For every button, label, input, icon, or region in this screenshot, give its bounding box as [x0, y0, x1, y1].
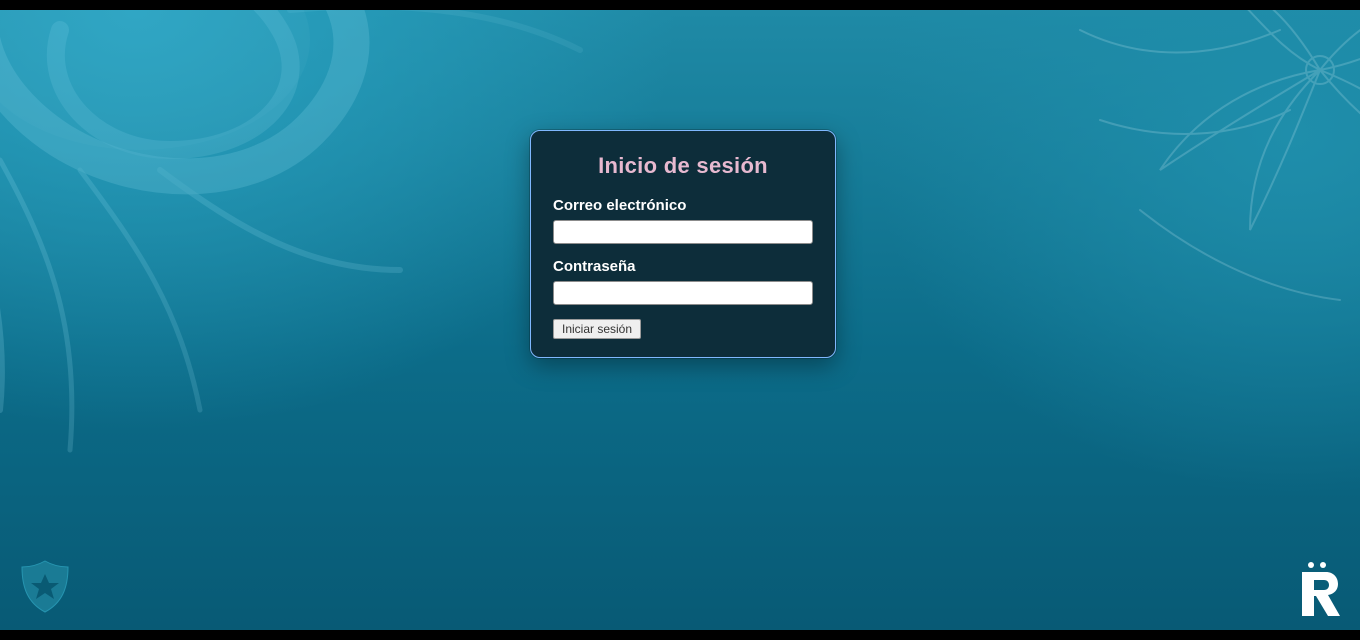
login-title: Inicio de sesión: [553, 153, 813, 179]
letterbox-top: [0, 0, 1360, 10]
email-input[interactable]: [553, 220, 813, 244]
background-swirl-left: [0, 10, 600, 530]
login-submit-button[interactable]: Iniciar sesión: [553, 319, 641, 339]
shield-star-icon: [18, 558, 72, 614]
password-label: Contraseña: [553, 258, 813, 275]
password-input[interactable]: [553, 281, 813, 305]
desktop-stage: Inicio de sesión Correo electrónico Cont…: [0, 10, 1360, 630]
letterbox-bottom: [0, 630, 1360, 640]
login-card: Inicio de sesión Correo electrónico Cont…: [530, 130, 836, 358]
email-label: Correo electrónico: [553, 197, 813, 214]
background-flower-right: [960, 10, 1360, 370]
brand-logo-icon: [1296, 560, 1340, 616]
